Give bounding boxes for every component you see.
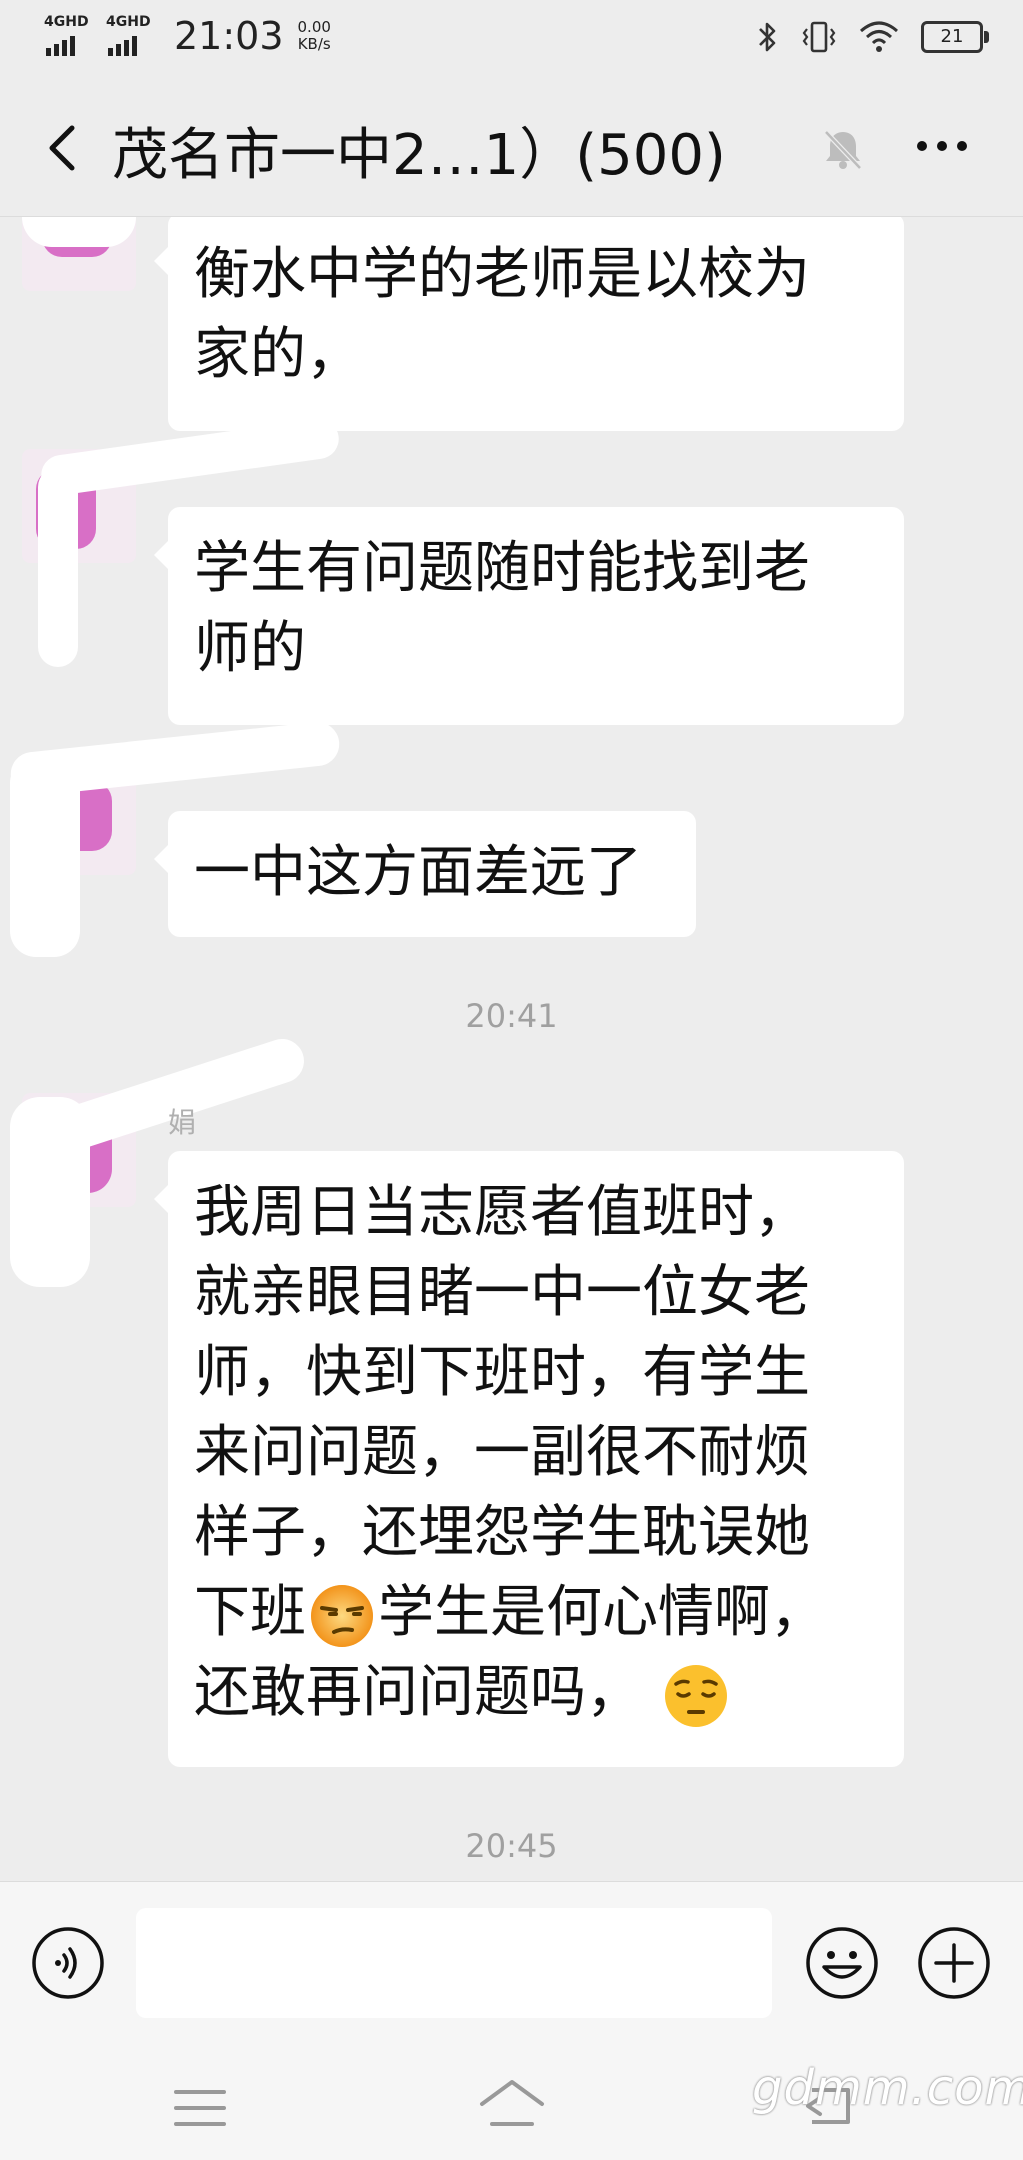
message-bubble[interactable]: 学生有问题随时能找到老 师的 (154, 507, 904, 725)
message-line: 一中这方面差远了 (194, 840, 642, 905)
chat-header: 茂名市一中2…1）(500) (0, 80, 1023, 217)
avatar[interactable] (22, 217, 136, 291)
message-timestamp: 20:41 (465, 997, 558, 1035)
clock: 21:03 (174, 14, 284, 58)
more-options-icon[interactable] (912, 126, 972, 166)
pensive-face-emoji (664, 1664, 727, 1727)
message-line: 学生有问题随时能找到老 (194, 536, 810, 601)
chat-title[interactable]: 茂名市一中2…1）(500) (112, 110, 726, 191)
cellular-signal-icon: 4GHD (44, 14, 96, 58)
network-type-label: 4GHD (44, 14, 89, 30)
message-line: 师的 (194, 616, 306, 681)
voice-icon[interactable] (30, 1925, 106, 2001)
sender-nickname: 娟 (168, 1106, 197, 1139)
mute-bell-icon (824, 130, 862, 170)
message-timestamp: 20:45 (465, 1827, 558, 1865)
vibrate-icon (802, 21, 836, 53)
message-line: 家的， (194, 322, 362, 387)
message-text: 还敢再问问题吗， (194, 1660, 642, 1725)
message-bubble[interactable]: 衡水中学的老师是以校为 家的， (154, 217, 904, 431)
chat-message-list[interactable]: 衡水中学的老师是以校为 家的， 学生有问题随时能找到老 师的 一中这方面差远了 … (0, 217, 1023, 1881)
redaction-scribble (10, 1097, 90, 1287)
redaction-scribble (10, 757, 80, 957)
network-speed-value: 0.00 (297, 18, 331, 36)
home-icon[interactable] (478, 2078, 546, 2130)
plus-icon[interactable] (916, 1925, 992, 2001)
status-bar: 4GHD 4GHD 21:03 0.00 KB/s 21 (0, 0, 1023, 80)
bluetooth-icon (759, 22, 776, 52)
network-type-label-2: 4GHD (106, 14, 151, 30)
message-bubble[interactable]: 一中这方面差远了 (154, 811, 696, 937)
redaction-scribble (38, 467, 78, 667)
message-line: 样子，还埋怨学生耽误她 (194, 1500, 810, 1565)
battery-icon: 21 (921, 21, 989, 53)
network-speed: 0.00 KB/s (298, 19, 331, 53)
watermark: gdmm.com (752, 2060, 1023, 2116)
unamused-face-emoji (311, 1584, 373, 1647)
message-input-field[interactable] (136, 1908, 772, 2018)
network-speed-unit: KB/s (297, 35, 331, 53)
message-line: 师，快到下班时，有学生 (194, 1340, 810, 1405)
back-arrow-icon[interactable] (36, 118, 96, 178)
message-line: 下班 学生是何心情啊， (194, 1573, 878, 1653)
cellular-signal-icon-2: 4GHD (106, 14, 158, 58)
message-line: 就亲眼目睹一中一位女老 (194, 1260, 810, 1325)
menu-icon[interactable] (172, 2086, 228, 2130)
message-text: 学生是何心情啊， (378, 1580, 826, 1645)
message-text: 下班 (194, 1580, 306, 1645)
message-bubble[interactable]: 我周日当志愿者值班时， 就亲眼目睹一中一位女老 师，快到下班时，有学生 来问问题… (154, 1151, 904, 1767)
wifi-icon (860, 21, 898, 52)
message-line: 来问问题，一副很不耐烦 (194, 1420, 810, 1485)
message-line: 还敢再问问题吗， (194, 1653, 878, 1733)
chat-input-bar (0, 1881, 1023, 2043)
battery-level: 21 (940, 26, 964, 47)
emoji-icon[interactable] (804, 1925, 880, 2001)
message-line: 衡水中学的老师是以校为 (194, 242, 810, 307)
message-line: 我周日当志愿者值班时， (194, 1180, 810, 1245)
